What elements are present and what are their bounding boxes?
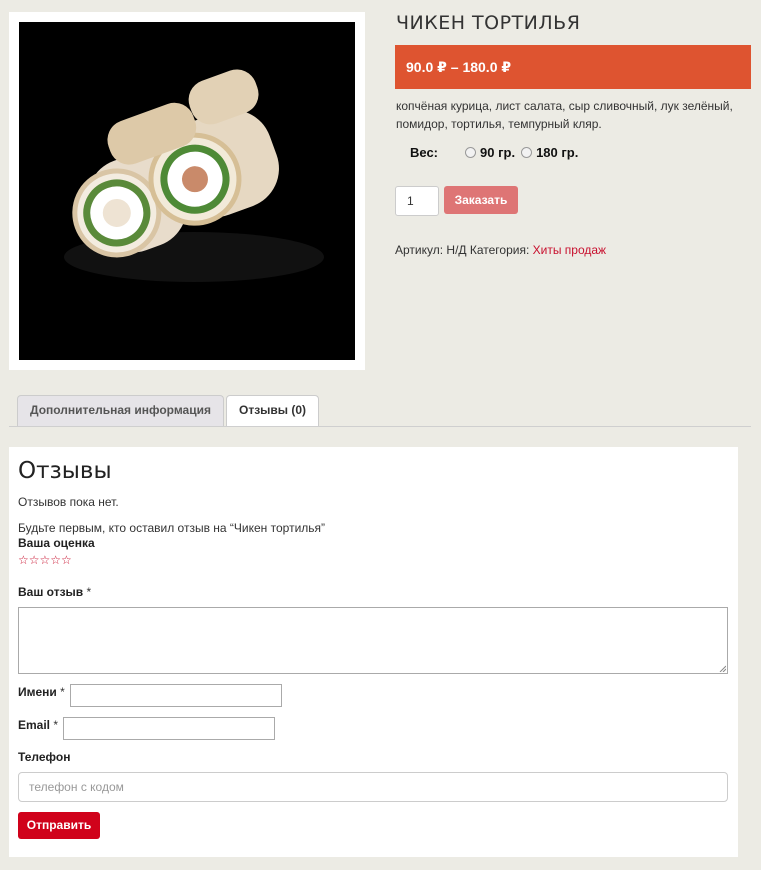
- review-label: Ваш отзыв *: [18, 585, 91, 599]
- product-title: ЧИКЕН ТОРТИЛЬЯ: [396, 12, 581, 34]
- required-mark: *: [53, 718, 59, 732]
- product-photo[interactable]: [19, 22, 355, 360]
- product-image-frame[interactable]: [9, 12, 365, 370]
- tab-reviews[interactable]: Отзывы (0): [225, 395, 320, 427]
- price-range: 90.0 ₽ – 180.0 ₽: [395, 45, 751, 89]
- email-label-text: Email: [18, 718, 51, 732]
- radio-icon[interactable]: [465, 147, 477, 158]
- weight-option-180[interactable]: 180 гр.: [521, 145, 578, 160]
- be-first-text: Будьте первым, кто оставил отзыв на “Чик…: [18, 521, 326, 535]
- rating-stars[interactable]: ☆☆☆☆☆: [18, 553, 729, 567]
- name-input[interactable]: [70, 684, 282, 707]
- email-label: Email *: [18, 718, 58, 732]
- quantity-input[interactable]: 1: [395, 186, 439, 216]
- product-tabs: Дополнительная информация Отзывы (0): [17, 395, 320, 427]
- category-link[interactable]: Хиты продаж: [533, 243, 606, 257]
- order-button[interactable]: Заказать: [444, 186, 518, 214]
- required-mark: *: [86, 585, 92, 599]
- weight-variation: Вес: 90 гр. 180 гр.: [410, 145, 584, 160]
- sku-category-label: Артикул: Н/Д Категория:: [395, 243, 530, 257]
- tab-divider: [9, 426, 751, 427]
- submit-button[interactable]: Отправить: [18, 812, 100, 839]
- name-label-text: Имени: [18, 685, 57, 699]
- tab-additional-info[interactable]: Дополнительная информация: [17, 395, 224, 426]
- rating-label: Ваша оценка: [18, 536, 95, 550]
- product-meta: Артикул: Н/Д Категория: Хиты продаж: [395, 243, 606, 257]
- reviews-panel: Отзывы Отзывов пока нет. Будьте первым, …: [9, 447, 738, 857]
- radio-icon[interactable]: [521, 147, 533, 158]
- review-label-text: Ваш отзыв: [18, 585, 84, 599]
- phone-label: Телефон: [18, 750, 71, 764]
- resize-grip-icon[interactable]: [719, 665, 726, 672]
- email-input[interactable]: [63, 717, 275, 740]
- weight-label: Вес:: [410, 145, 439, 160]
- product-description: копчёная курица, лист салата, сыр сливоч…: [396, 99, 733, 131]
- reviews-heading: Отзывы: [18, 458, 112, 484]
- phone-input[interactable]: телефон с кодом: [18, 772, 728, 802]
- no-reviews-text: Отзывов пока нет.: [18, 495, 119, 509]
- weight-option-label: 180 гр.: [536, 145, 579, 160]
- weight-option-label: 90 гр.: [480, 145, 516, 160]
- weight-option-90[interactable]: 90 гр.: [465, 145, 515, 160]
- name-label: Имени *: [18, 685, 65, 699]
- tortilla-rolls-image: [19, 22, 355, 360]
- required-mark: *: [60, 685, 65, 699]
- review-textarea[interactable]: [18, 607, 728, 674]
